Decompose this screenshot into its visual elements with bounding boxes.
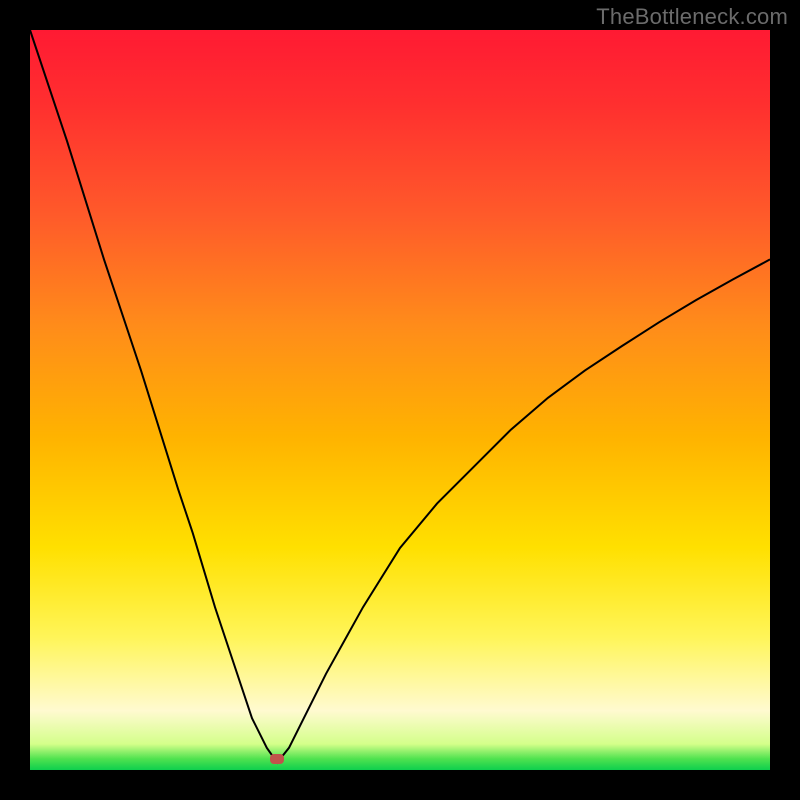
bottleneck-curve-path bbox=[30, 30, 770, 763]
plot-frame bbox=[30, 30, 770, 770]
chart-stage: TheBottleneck.com bbox=[0, 0, 800, 800]
curve-svg bbox=[30, 30, 770, 770]
watermark-text: TheBottleneck.com bbox=[596, 4, 788, 30]
optimal-point-marker bbox=[270, 754, 284, 764]
